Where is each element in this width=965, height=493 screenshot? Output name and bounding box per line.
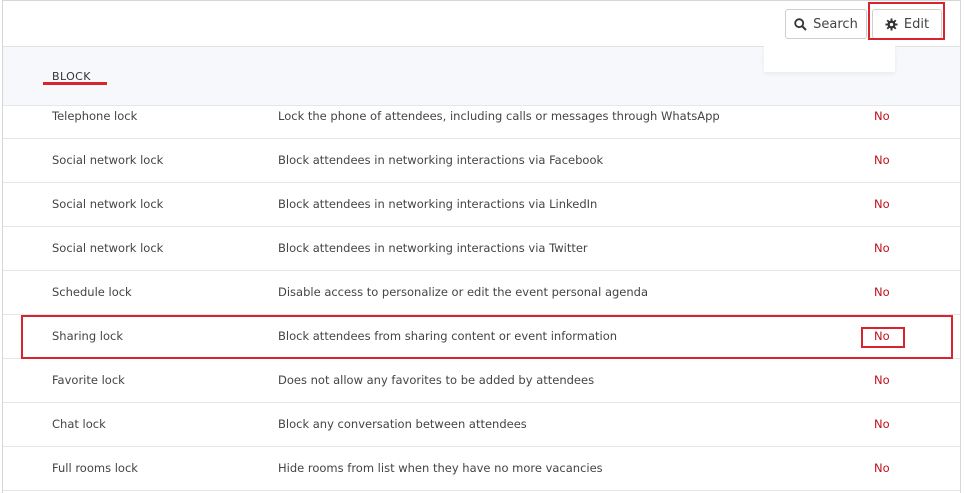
setting-name: Full rooms lock — [52, 461, 138, 475]
table-row[interactable]: Full rooms lock Hide rooms from list whe… — [3, 447, 960, 491]
table-row[interactable]: Chat lock Block any conversation between… — [3, 403, 960, 447]
table-row[interactable]: Schedule lock Disable access to personal… — [3, 271, 960, 315]
section-title-underline — [43, 82, 107, 85]
setting-description: Disable access to personalize or edit th… — [278, 285, 649, 299]
setting-name: Schedule lock — [52, 285, 132, 299]
setting-name: Social network lock — [52, 241, 164, 255]
search-button-label: Search — [813, 16, 858, 32]
setting-description: Block attendees in networking interactio… — [278, 153, 604, 167]
table-row[interactable]: Social network lock Block attendees in n… — [3, 227, 960, 271]
setting-value: No — [874, 461, 890, 475]
setting-name: Favorite lock — [52, 373, 125, 387]
table-row[interactable]: Social network lock Block attendees in n… — [3, 183, 960, 227]
table-row[interactable]: Social network lock Block attendees in n… — [3, 139, 960, 183]
toolbar: Search Edit — [3, 1, 960, 47]
setting-value: No — [874, 241, 890, 255]
sharing-lock-value-highlight — [861, 327, 905, 348]
setting-value: No — [874, 197, 890, 211]
setting-name: Social network lock — [52, 197, 164, 211]
setting-name: Telephone lock — [52, 109, 138, 123]
setting-value: No — [874, 153, 890, 167]
search-button[interactable]: Search — [785, 9, 867, 39]
dropdown-panel — [764, 45, 895, 72]
setting-description: Lock the phone of attendees, including c… — [278, 109, 720, 123]
table-row[interactable]: Telephone lock Lock the phone of attende… — [3, 95, 960, 139]
setting-value: No — [874, 417, 890, 431]
setting-value: No — [874, 109, 890, 123]
search-icon — [794, 17, 807, 31]
setting-name: Social network lock — [52, 153, 164, 167]
setting-description: Hide rooms from list when they have no m… — [278, 461, 603, 475]
setting-description: Does not allow any favorites to be added… — [278, 373, 595, 387]
setting-value: No — [874, 285, 890, 299]
setting-description: Block any conversation between attendees — [278, 417, 527, 431]
setting-value: No — [874, 373, 890, 387]
setting-name: Chat lock — [52, 417, 106, 431]
edit-button-highlight — [868, 2, 945, 40]
sharing-lock-row-highlight — [21, 315, 953, 359]
setting-description: Block attendees in networking interactio… — [278, 197, 598, 211]
table-row[interactable]: Favorite lock Does not allow any favorit… — [3, 359, 960, 403]
setting-description: Block attendees in networking interactio… — [278, 241, 588, 255]
